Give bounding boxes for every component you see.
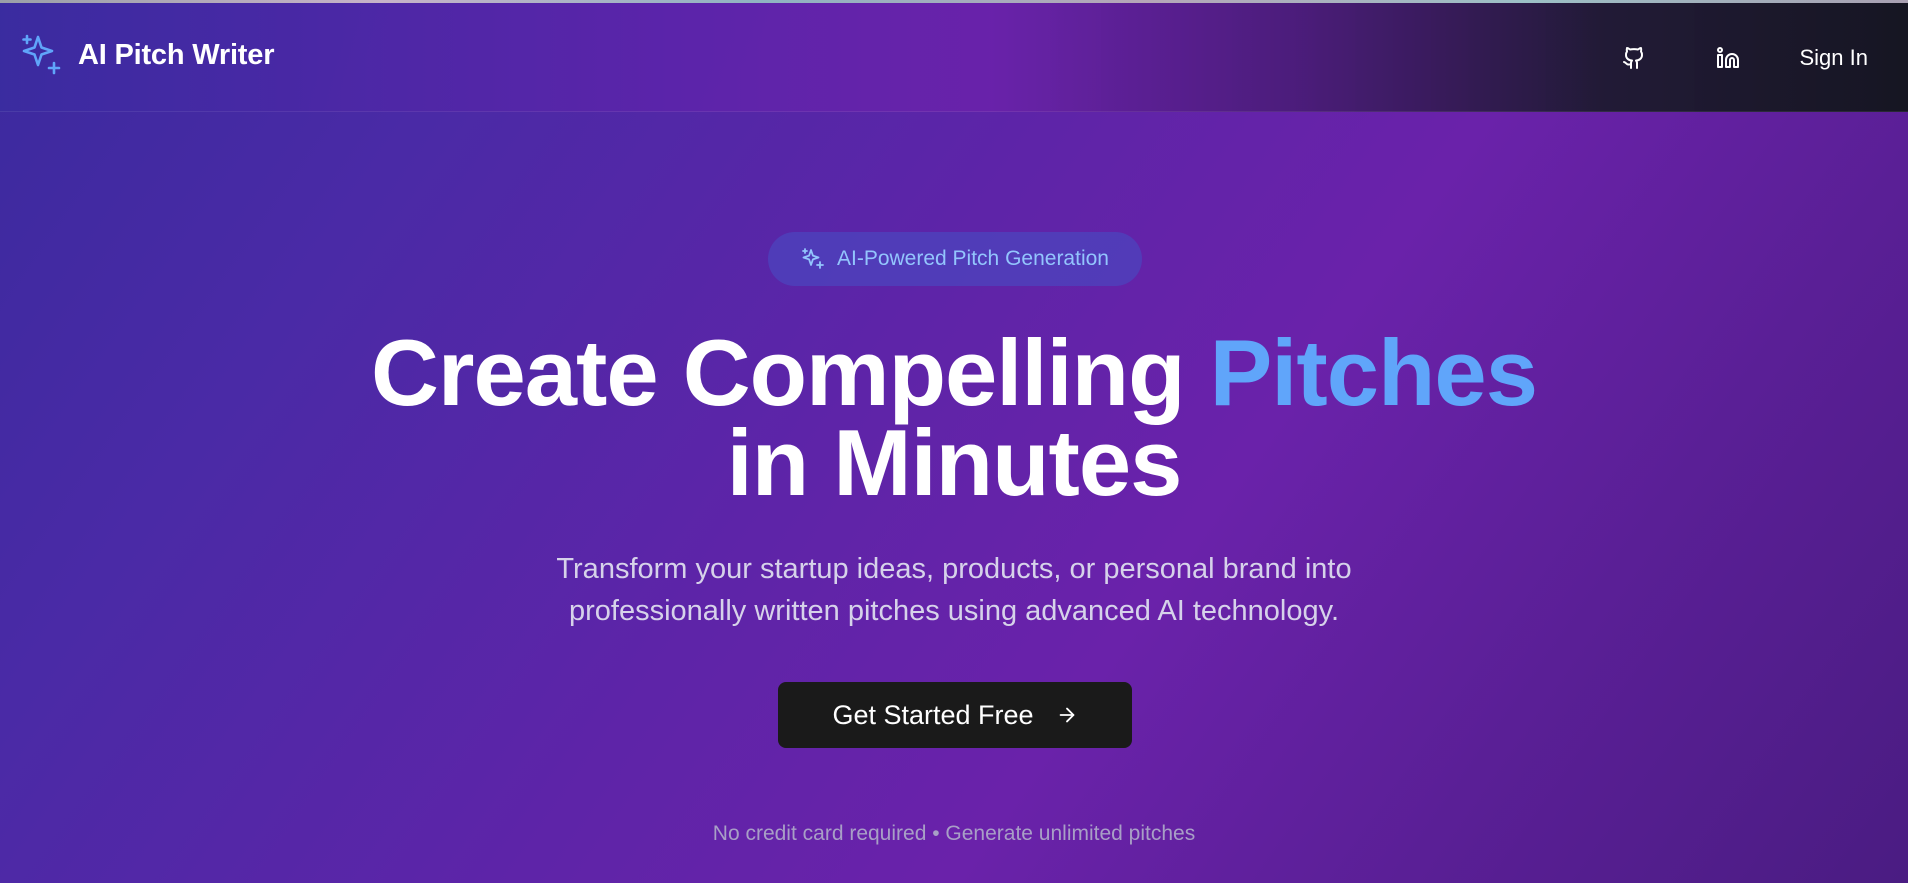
get-started-button[interactable]: Get Started Free	[778, 682, 1132, 748]
cta-label: Get Started Free	[832, 699, 1034, 730]
hero-headline: Create Compelling Pitches in Minutes	[0, 326, 1908, 510]
nav-actions: Sign In	[1612, 33, 1869, 83]
feature-badge: AI-Powered Pitch Generation	[768, 232, 1142, 286]
headline-accent: Pitches	[1209, 320, 1538, 425]
arrow-right-icon	[1059, 707, 1074, 723]
linkedin-icon	[1716, 47, 1739, 68]
github-link[interactable]	[1612, 36, 1656, 80]
sparkles-icon	[22, 34, 61, 75]
subtitle-line2: professionally written pitches using adv…	[568, 595, 1340, 627]
headline-part2: in Minutes	[726, 410, 1183, 515]
hero-footnote: No credit card required • Generate unlim…	[712, 822, 1196, 845]
top-navbar: AI Pitch Writer Sign In	[0, 3, 1908, 112]
hero-subtitle: Transform your startup ideas, products, …	[454, 548, 1454, 632]
linkedin-link[interactable]	[1706, 36, 1750, 80]
sparkles-icon	[802, 248, 824, 269]
subtitle-line1: Transform your startup ideas, products, …	[556, 553, 1352, 585]
brand-logo-link[interactable]: AI Pitch Writer	[20, 33, 274, 77]
brand-title: AI Pitch Writer	[78, 38, 275, 71]
badge-label: AI-Powered Pitch Generation	[837, 247, 1109, 270]
sign-in-button[interactable]: Sign In	[1800, 45, 1869, 71]
github-icon	[1622, 47, 1643, 69]
